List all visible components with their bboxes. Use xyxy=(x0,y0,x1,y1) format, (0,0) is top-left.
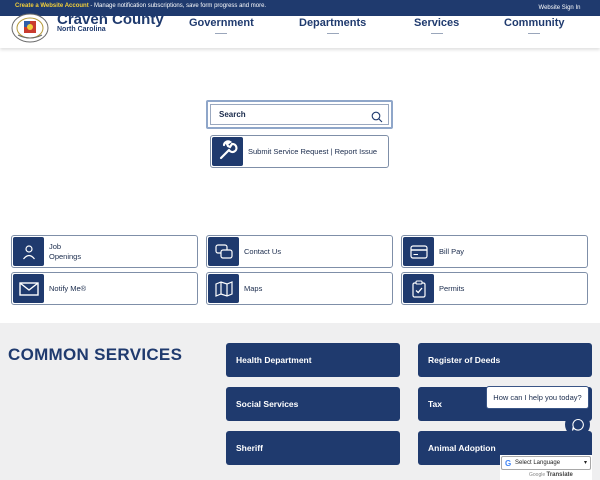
nav-departments-underline xyxy=(326,33,339,34)
nav-departments-label: Departments xyxy=(299,17,367,29)
google-translate-widget: G Select Language ▾ Google Translate xyxy=(500,455,592,480)
service-request-label: Submit Service Request | Report Issue xyxy=(248,147,378,156)
nav-government-underline xyxy=(215,33,228,34)
create-account-link[interactable]: Create a Website Account xyxy=(15,3,89,9)
chat-icon[interactable] xyxy=(565,412,590,437)
submit-service-request-button[interactable]: Submit Service Request | Report Issue xyxy=(210,135,389,168)
site-header: Craven County North Carolina Government … xyxy=(0,11,600,48)
chat-prompt-bubble[interactable]: How can I help you today? xyxy=(486,386,589,409)
language-select-label: Select Language xyxy=(515,460,561,466)
search-icon[interactable] xyxy=(371,110,383,123)
contact-us-label: Contact Us xyxy=(244,246,282,256)
map-icon xyxy=(208,274,239,303)
nav-services-label: Services xyxy=(414,17,460,29)
person-icon xyxy=(13,237,44,266)
chevron-down-icon: ▾ xyxy=(583,460,587,466)
wrench-icon xyxy=(212,137,243,166)
nav-government-label: Government xyxy=(189,17,254,29)
nav-community-label: Community xyxy=(504,17,565,29)
search-input[interactable] xyxy=(210,104,389,125)
permits-label: Permits xyxy=(439,283,465,293)
quick-link-maps[interactable]: Maps xyxy=(206,272,393,305)
account-message: Create a Website Account - Manage notifi… xyxy=(15,3,266,9)
nav-government[interactable]: Government xyxy=(189,17,254,34)
quick-link-job-openings[interactable]: Job Openings xyxy=(11,235,198,268)
nav-community-underline xyxy=(528,33,541,34)
envelope-icon xyxy=(13,274,44,303)
powered-by-google: Google Translate xyxy=(529,472,573,478)
credit-card-icon xyxy=(403,237,434,266)
nav-services-underline xyxy=(430,33,443,34)
powered-by-brand: Google xyxy=(529,472,546,478)
service-health-department[interactable]: Health Department xyxy=(226,343,400,377)
clipboard-check-icon xyxy=(403,274,434,303)
service-social-services[interactable]: Social Services xyxy=(226,387,400,421)
nav-services[interactable]: Services xyxy=(414,17,459,34)
search-box xyxy=(206,100,393,129)
county-seal-logo[interactable] xyxy=(10,13,50,43)
notify-me-label: Notify Me® xyxy=(49,283,87,293)
common-services-title: COMMON SERVICES xyxy=(8,345,183,364)
sign-in-link[interactable]: Website Sign In xyxy=(532,2,587,14)
quick-link-permits[interactable]: Permits xyxy=(401,272,588,305)
job-openings-label: Job Openings xyxy=(49,241,82,261)
nav-departments[interactable]: Departments xyxy=(299,17,366,34)
service-sheriff[interactable]: Sheriff xyxy=(226,431,400,465)
chat-bubbles-icon xyxy=(208,237,239,266)
quick-link-contact-us[interactable]: Contact Us xyxy=(206,235,393,268)
account-message-text: - Manage notification subscriptions, sav… xyxy=(88,3,267,9)
language-select[interactable]: G Select Language ▾ xyxy=(501,456,591,470)
google-g-icon: G xyxy=(505,459,512,468)
state-name: North Carolina xyxy=(57,26,106,33)
maps-label: Maps xyxy=(244,283,263,293)
service-register-of-deeds[interactable]: Register of Deeds xyxy=(418,343,592,377)
bill-pay-label: Bill Pay xyxy=(439,246,465,256)
powered-by-translate: Translate xyxy=(546,472,573,478)
nav-community[interactable]: Community xyxy=(504,17,565,34)
quick-link-bill-pay[interactable]: Bill Pay xyxy=(401,235,588,268)
quick-link-notify-me[interactable]: Notify Me® xyxy=(11,272,198,305)
